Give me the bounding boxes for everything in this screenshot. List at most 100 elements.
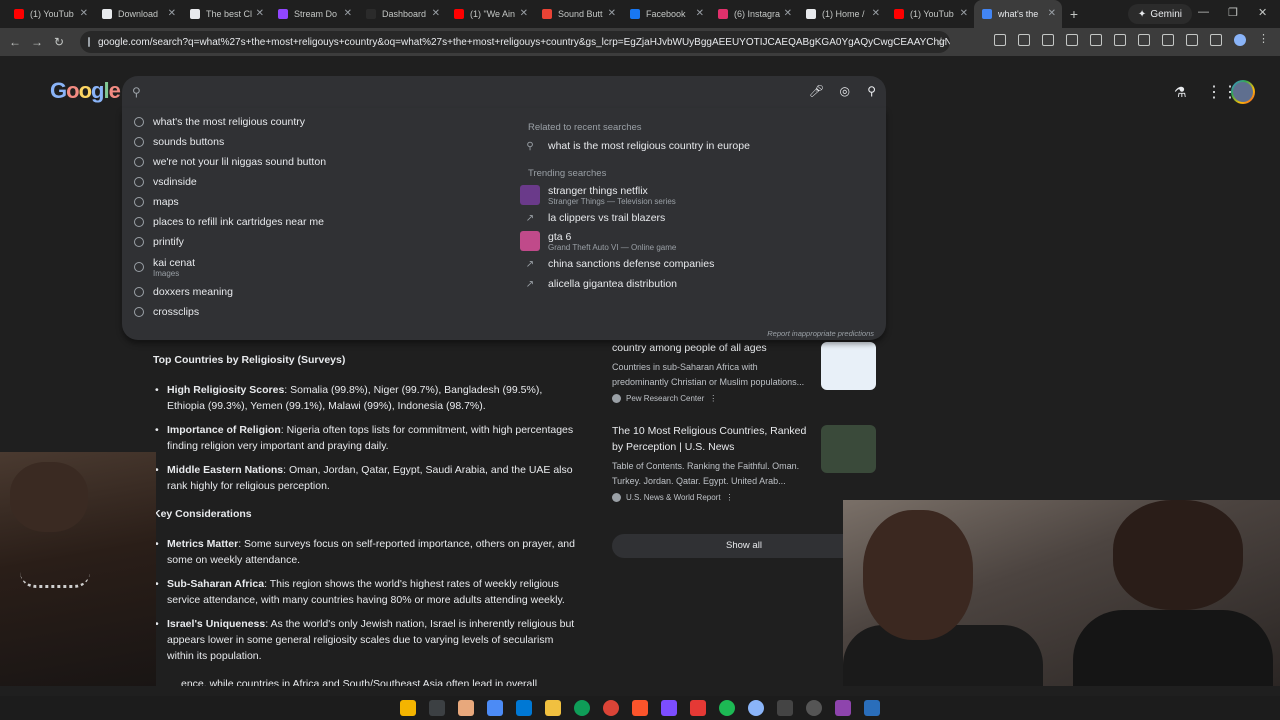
widgets-icon[interactable] (400, 700, 416, 716)
edge-icon[interactable] (574, 700, 590, 716)
file-explorer-icon[interactable] (545, 700, 561, 716)
app-icon-4[interactable] (806, 700, 822, 716)
app-icon-3[interactable] (690, 700, 706, 716)
history-suggestion[interactable]: places to refill ink cartridges near me (122, 212, 512, 232)
menu-icon[interactable]: ⋮ (1258, 34, 1270, 46)
chrome-icon[interactable] (603, 700, 619, 716)
tab-close-icon[interactable]: ✕ (344, 8, 352, 19)
labs-flask-icon[interactable]: ⚗ (1174, 84, 1187, 101)
google-logo[interactable]: Google (50, 78, 121, 104)
browser-tab[interactable]: (1) "We Ain ✕ (446, 0, 534, 28)
minimize-icon[interactable]: — (1198, 6, 1209, 18)
history-suggestion[interactable]: printify (122, 232, 512, 252)
reload-icon[interactable]: ↻ (48, 35, 70, 49)
gemini-button[interactable]: ✦ Gemini (1127, 4, 1192, 24)
history-suggestion[interactable]: what's the most religious country (122, 112, 512, 132)
tab-title: Download (118, 9, 159, 19)
trending-suggestion[interactable]: ↗ alicella gigantea distribution (520, 274, 880, 294)
report-predictions-link[interactable]: Report inappropriate predictions (767, 329, 874, 338)
vivaldi-icon[interactable] (835, 700, 851, 716)
lens-icon[interactable]: ◎ (840, 84, 850, 98)
history-suggestion[interactable]: vsdinside (122, 172, 512, 192)
forward-icon[interactable]: → (26, 35, 48, 49)
star-icon[interactable] (1138, 34, 1150, 46)
copilot-icon[interactable] (487, 700, 503, 716)
voice-search-icon[interactable]: 🎤︎ (809, 84, 824, 98)
browser-tab[interactable]: (1) YouTub ✕ (886, 0, 974, 28)
search-input[interactable]: ⚲ 🎤︎ ◎ ⚲ (122, 76, 886, 108)
tab-close-icon[interactable]: ✕ (784, 8, 792, 19)
source-thumbnail[interactable] (821, 425, 876, 473)
source-title[interactable]: The 10 Most Religious Countries, Ranked … (612, 423, 812, 455)
browser-tab[interactable]: Facebook ✕ (622, 0, 710, 28)
brave-icon[interactable] (632, 700, 648, 716)
close-window-icon[interactable]: ✕ (1258, 6, 1267, 19)
back-icon[interactable]: ← (4, 35, 26, 49)
maximize-icon[interactable]: ❐ (1228, 6, 1238, 19)
site-info-icon[interactable] (88, 37, 90, 47)
source-title[interactable]: country among people of all ages (612, 340, 812, 356)
mail-icon[interactable] (516, 700, 532, 716)
suggestion-text-wrap: printify (153, 236, 184, 248)
sidebar-icon[interactable] (1210, 34, 1222, 46)
history-suggestion[interactable]: kai cenat Images (122, 252, 512, 282)
app-icon[interactable] (458, 700, 474, 716)
browser-tab[interactable]: Sound Butt ✕ (534, 0, 622, 28)
tab-close-icon[interactable]: ✕ (960, 8, 968, 19)
browser-tab[interactable]: (6) Instagra ✕ (710, 0, 798, 28)
profile-avatar[interactable] (1234, 34, 1246, 46)
show-all-button[interactable]: Show all (612, 534, 876, 558)
tab-close-icon[interactable]: ✕ (520, 8, 528, 19)
browser-tab[interactable]: Stream Do ✕ (270, 0, 358, 28)
more-options-icon[interactable]: ⋮ (726, 493, 734, 502)
history-suggestion[interactable]: doxxers meaning (122, 282, 512, 302)
trending-suggestion[interactable]: ↗ china sanctions defense companies (520, 254, 880, 274)
tab-close-icon[interactable]: ✕ (1048, 8, 1056, 19)
history-suggestion[interactable]: maps (122, 192, 512, 212)
history-suggestion[interactable]: we're not your lil niggas sound button (122, 152, 512, 172)
source-card[interactable]: The 10 Most Religious Countries, Ranked … (600, 421, 886, 504)
history-suggestion[interactable]: sounds buttons (122, 132, 512, 152)
grid-icon[interactable] (1114, 34, 1126, 46)
tab-close-icon[interactable]: ✕ (872, 8, 880, 19)
browser-tab[interactable]: Dashboard ✕ (358, 0, 446, 28)
tab-close-icon[interactable]: ✕ (256, 8, 264, 19)
tab-close-icon[interactable]: ✕ (168, 8, 176, 19)
browser-tab[interactable]: Download ✕ (94, 0, 182, 28)
tab-close-icon[interactable]: ✕ (80, 8, 88, 19)
sidepanel-icon[interactable] (1042, 34, 1054, 46)
source-card[interactable]: country among people of all ages Countrie… (600, 338, 886, 405)
devtools-icon[interactable] (1186, 34, 1198, 46)
more-options-icon[interactable]: ⋮ (709, 394, 717, 403)
bookmark-star-icon[interactable]: ☆ (936, 35, 946, 48)
puzzle-icon[interactable] (1018, 34, 1030, 46)
new-tab-button[interactable]: + (1062, 6, 1086, 22)
app-icon-2[interactable] (661, 700, 677, 716)
source-thumbnail[interactable] (821, 342, 876, 390)
tab-close-icon[interactable]: ✕ (696, 8, 704, 19)
search-submit-icon[interactable]: ⚲ (867, 84, 876, 98)
trending-suggestion[interactable]: ↗ la clippers vs trail blazers (520, 208, 880, 228)
related-suggestion[interactable]: ⚲ what is the most religious country in e… (520, 136, 880, 156)
translate-icon[interactable] (1162, 34, 1174, 46)
terminal-icon[interactable] (864, 700, 880, 716)
trending-suggestion[interactable]: gta 6 Grand Theft Auto VI — Online game (520, 228, 880, 254)
history-suggestion[interactable]: crossclips (122, 302, 512, 322)
browser-tab[interactable]: (1) Home / ✕ (798, 0, 886, 28)
screenshot-icon[interactable] (1090, 34, 1102, 46)
ai-bullet-title: Sub-Saharan Africa (167, 578, 265, 590)
address-bar[interactable]: google.com/search?q=what%27s+the+most+re… (80, 31, 950, 53)
tab-close-icon[interactable]: ✕ (608, 8, 616, 19)
account-avatar[interactable] (1231, 80, 1255, 104)
spotify-icon[interactable] (719, 700, 735, 716)
download-icon[interactable] (1066, 34, 1078, 46)
tab-close-icon[interactable]: ✕ (432, 8, 440, 19)
obs-icon[interactable] (777, 700, 793, 716)
browser-tab[interactable]: (1) YouTub ✕ (6, 0, 94, 28)
trending-suggestion[interactable]: stranger things netflix Stranger Things —… (520, 182, 880, 208)
chrome-active-icon[interactable] (748, 700, 764, 716)
extension-icon[interactable] (994, 34, 1006, 46)
browser-tab[interactable]: The best Cl ✕ (182, 0, 270, 28)
browser-tab[interactable]: what's the ✕ (974, 0, 1062, 28)
task-view-icon[interactable] (429, 700, 445, 716)
